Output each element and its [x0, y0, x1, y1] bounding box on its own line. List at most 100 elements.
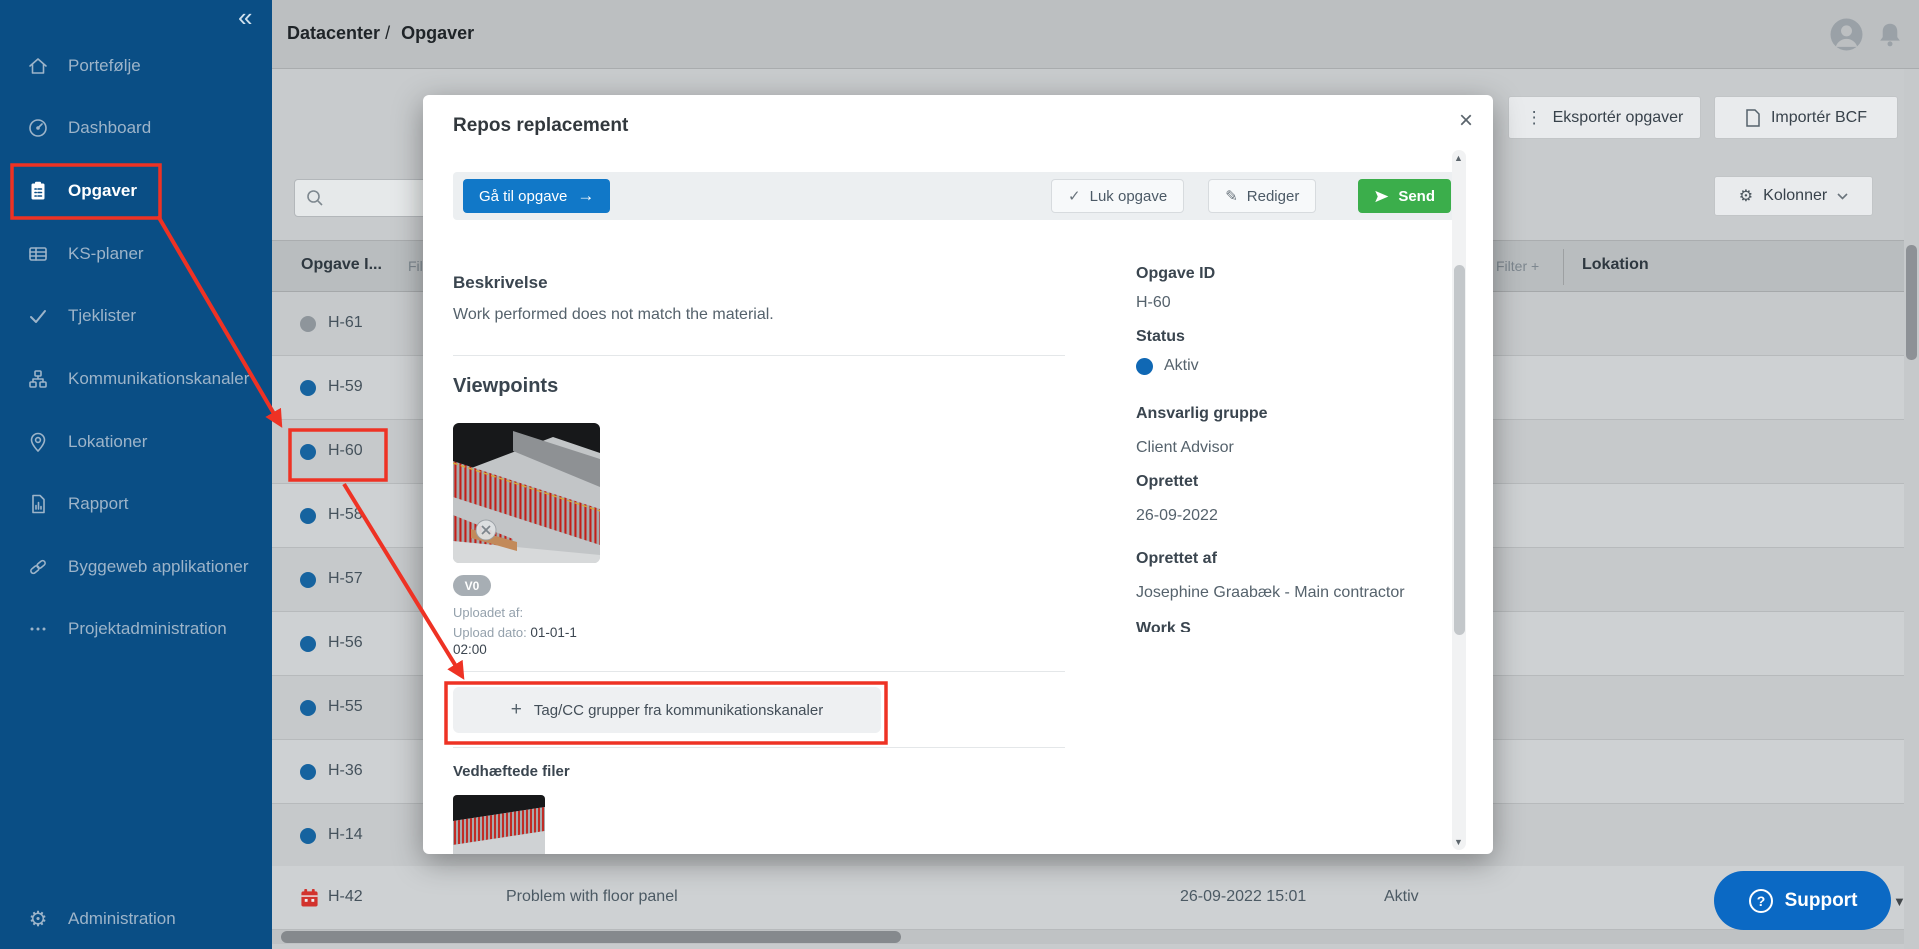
table-row-h42[interactable]: H-42 Problem with floor panel 26-09-2022…	[272, 866, 1904, 930]
sidebar-item-tjeklister[interactable]: Tjeklister	[0, 294, 272, 338]
horizontal-scrollbar[interactable]	[272, 930, 1904, 944]
send-button[interactable]: Send	[1358, 179, 1451, 213]
home-icon	[26, 54, 50, 78]
pencil-icon: ✎	[1225, 187, 1238, 205]
status-dot-blue	[300, 380, 316, 396]
sidebar-item-projektadministration[interactable]: Projektadministration	[0, 607, 272, 651]
modal-scrollbar-thumb[interactable]	[1454, 265, 1465, 635]
column-divider	[1563, 249, 1564, 285]
org-chart-icon	[26, 367, 50, 391]
close-task-button[interactable]: ✓ Luk opgave	[1051, 179, 1184, 213]
send-plane-icon	[1374, 189, 1389, 204]
sidebar-item-byggeweb[interactable]: Byggeweb applikationer	[0, 545, 272, 589]
task-id-cell: H-36	[328, 762, 363, 780]
breadcrumb-separator: /	[385, 23, 390, 43]
status-dot-blue	[300, 572, 316, 588]
status-dot-blue	[1136, 358, 1153, 375]
close-icon[interactable]: ×	[1459, 107, 1473, 135]
columns-button[interactable]: ⚙ Kolonner	[1714, 176, 1873, 216]
support-button[interactable]: ? Support	[1714, 871, 1891, 930]
attachment-thumbnail[interactable]	[453, 795, 545, 854]
document-icon	[1745, 109, 1761, 127]
task-date-cell: 26-09-2022 15:01	[1180, 888, 1306, 906]
import-bcf-button[interactable]: Importér BCF	[1714, 96, 1898, 139]
column-location[interactable]: Lokation	[1582, 256, 1649, 274]
task-id-cell: H-42	[328, 888, 363, 906]
breadcrumb: Datacenter / Opgaver	[287, 23, 474, 44]
status-dot-blue	[300, 444, 316, 460]
question-circle-icon: ?	[1748, 888, 1774, 914]
task-id-cell: H-56	[328, 634, 363, 652]
task-status-cell: Aktiv	[1384, 888, 1419, 906]
divider	[453, 671, 1065, 672]
notifications-bell-icon[interactable]	[1875, 20, 1905, 55]
status-dot-blue	[300, 764, 316, 780]
modal-scrollbar[interactable]: ▲ ▼	[1452, 150, 1466, 850]
send-label: Send	[1398, 188, 1435, 205]
page-scrollbar-thumb[interactable]	[1906, 245, 1917, 360]
horizontal-scrollbar-thumb[interactable]	[281, 931, 901, 943]
scroll-up-icon[interactable]: ▲	[1454, 153, 1463, 163]
task-id-cell: H-57	[328, 570, 363, 588]
go-to-task-button[interactable]: Gå til opgave →	[463, 179, 610, 213]
sidebar-item-label: Projektadministration	[68, 619, 227, 639]
sidebar-item-kommunikationskanaler[interactable]: Kommunikationskanaler	[0, 357, 272, 401]
tag-cc-groups-button[interactable]: + Tag/CC grupper fra kommunikationskanal…	[453, 687, 881, 733]
grid-icon	[26, 242, 50, 266]
breadcrumb-project[interactable]: Datacenter	[287, 23, 380, 43]
edit-button[interactable]: ✎ Rediger	[1208, 179, 1316, 213]
user-avatar-icon[interactable]	[1830, 18, 1863, 56]
task-id-label: Opgave ID	[1136, 265, 1215, 283]
task-id-cell: H-61	[328, 314, 363, 332]
sidebar-item-label: Administration	[68, 909, 176, 929]
created-by-value: Josephine Graabæk - Main contractor	[1136, 584, 1405, 602]
task-id-value: H-60	[1136, 294, 1171, 312]
scroll-down-icon[interactable]: ▼	[1454, 837, 1463, 847]
tag-cc-groups-label: Tag/CC grupper fra kommunikationskanaler	[534, 702, 823, 719]
location-pin-icon	[26, 430, 50, 454]
dropdown-arrow-icon[interactable]: ▼	[1893, 894, 1906, 909]
export-tasks-label: Eksportér opgaver	[1553, 109, 1684, 127]
column-task-id[interactable]: Opgave I...	[301, 256, 382, 274]
collapse-sidebar-icon[interactable]: «	[238, 2, 252, 33]
gear-icon: ⚙	[1739, 186, 1753, 206]
sidebar-item-dashboard[interactable]: Dashboard	[0, 106, 272, 150]
sidebar-item-rapport[interactable]: Rapport	[0, 482, 272, 526]
sidebar-item-lokationer[interactable]: Lokationer	[0, 420, 272, 464]
description-text: Work performed does not match the materi…	[453, 306, 774, 324]
sidebar-item-administration[interactable]: ⚙ Administration	[0, 897, 272, 941]
sidebar-item-opgaver[interactable]: Opgaver	[0, 169, 272, 213]
column-filter-right[interactable]: Filter +	[1496, 258, 1539, 274]
upload-date-label: Upload dato:	[453, 625, 527, 640]
created-by-label: Oprettet af	[1136, 550, 1217, 568]
modal-toolbar: Gå til opgave → ✓ Luk opgave ✎ Rediger S…	[453, 172, 1463, 220]
sidebar-item-label: Byggeweb applikationer	[68, 557, 249, 577]
divider	[453, 355, 1065, 356]
responsible-group-value: Client Advisor	[1136, 439, 1234, 457]
gear-icon: ⚙	[26, 907, 50, 931]
description-heading: Beskrivelse	[453, 273, 548, 293]
link-icon	[26, 555, 50, 579]
edit-label: Rediger	[1247, 188, 1300, 205]
sidebar-item-portefolje[interactable]: Portefølje	[0, 44, 272, 88]
status-dot-blue	[300, 700, 316, 716]
sidebar-item-label: Portefølje	[68, 56, 141, 76]
responsible-group-label: Ansvarlig gruppe	[1136, 405, 1268, 423]
check-icon: ✓	[1068, 187, 1081, 205]
close-task-label: Luk opgave	[1090, 188, 1168, 205]
sidebar-item-label: Dashboard	[68, 118, 151, 138]
chevron-down-icon	[1837, 192, 1848, 200]
task-id-cell: H-60	[328, 442, 363, 460]
sidebar-item-ks-planer[interactable]: KS-planer	[0, 232, 272, 276]
topbar: Datacenter / Opgaver	[272, 0, 1919, 69]
divider	[453, 747, 1065, 748]
task-detail-modal: × Repos replacement Gå til opgave → ✓ Lu…	[423, 95, 1493, 854]
task-id-cell: H-14	[328, 826, 363, 844]
status-dot-blue	[300, 828, 316, 844]
import-bcf-label: Importér BCF	[1771, 109, 1867, 127]
created-value: 26-09-2022	[1136, 507, 1218, 525]
export-tasks-button[interactable]: ⋮ Eksportér opgaver	[1508, 96, 1701, 139]
viewpoint-thumbnail[interactable]	[453, 423, 600, 563]
status-dot-blue	[300, 636, 316, 652]
page-vertical-scrollbar[interactable]	[1904, 69, 1919, 949]
